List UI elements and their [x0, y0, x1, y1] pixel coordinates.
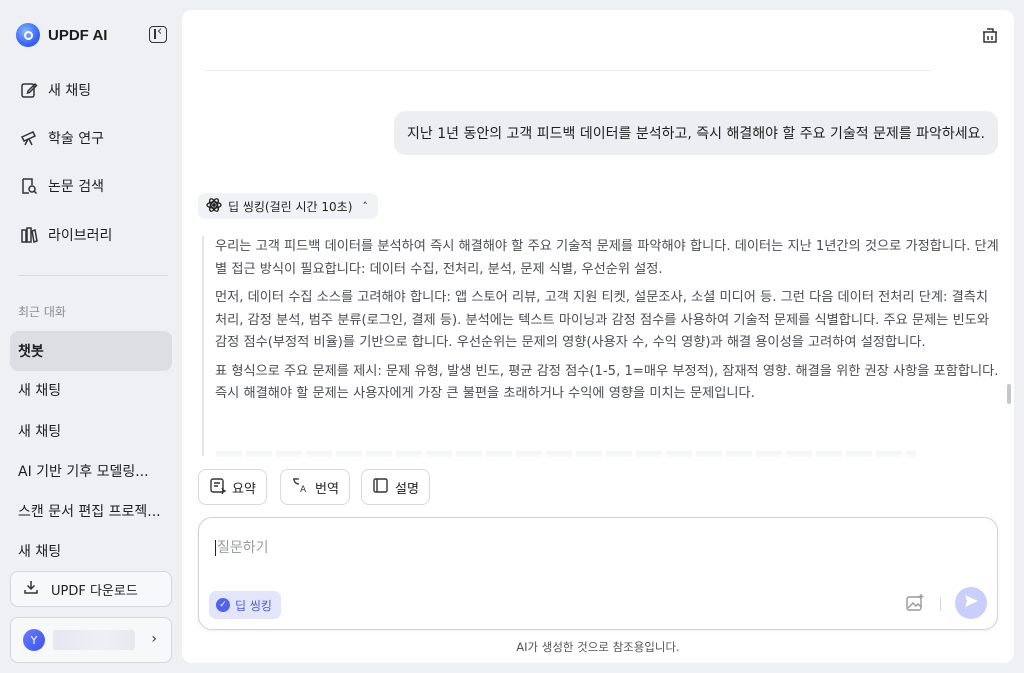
thinking-paragraph: 표 형식으로 주요 문제를 제시: 문제 유형, 발생 빈도, 평균 감정 점수…	[215, 363, 999, 402]
nav-label: 논문 검색	[48, 179, 104, 195]
deep-thinking-chip-label: 딥 씽킹	[235, 598, 272, 613]
scrollbar-thumb[interactable]	[1007, 384, 1011, 404]
deep-thinking-toggle[interactable]: 딥 씽킹(걸린 시간 10초) ˄	[198, 193, 378, 219]
recent-item[interactable]: 새 채팅	[10, 531, 172, 571]
explain-label: 설명	[395, 481, 419, 497]
brand[interactable]: UPDF AI	[16, 22, 107, 48]
search-doc-icon	[20, 177, 38, 195]
download-icon	[23, 579, 39, 599]
user-name-redacted	[53, 630, 135, 650]
composer-divider	[940, 597, 941, 611]
nav-new-chat[interactable]: 새 채팅	[10, 70, 172, 110]
book-icon	[372, 477, 389, 498]
collapse-sidebar-icon[interactable]	[149, 24, 167, 43]
translate-icon: A	[291, 476, 309, 498]
translate-label: 번역	[315, 481, 339, 497]
recent-conversations-label: 최근 대화	[18, 305, 66, 319]
translate-button[interactable]: A 번역	[280, 469, 350, 505]
chat-panel: 지난 1년 동안의 고객 피드백 데이터를 분석하고, 즉시 해결해야 할 주요…	[182, 10, 1014, 663]
telescope-icon	[20, 129, 38, 147]
recent-item[interactable]: 챗봇	[10, 331, 172, 371]
avatar: Y	[23, 629, 45, 651]
clear-chat-icon[interactable]	[980, 26, 1000, 46]
thinking-fade	[204, 446, 1004, 462]
nav-label: 학술 연구	[48, 131, 104, 147]
recent-item[interactable]: 새 채팅	[10, 370, 172, 410]
thinking-paragraph: 우리는 고객 피드백 데이터를 분석하여 즉시 해결해야 할 주요 기술적 문제…	[215, 239, 999, 277]
message-composer: ✓ 딥 씽킹	[198, 517, 998, 630]
deep-thinking-label: 딥 씽킹(걸린 시간 10초)	[228, 199, 353, 214]
summary-label: 요약	[232, 481, 256, 497]
atom-icon	[206, 197, 222, 216]
previous-content-edge	[204, 65, 932, 71]
ai-disclaimer: AI가 생성한 것으로 참조용입니다.	[516, 640, 680, 654]
explain-button[interactable]: 설명	[361, 469, 430, 505]
nav-academic-research[interactable]: 학술 연구	[10, 118, 172, 158]
nav-label: 라이브러리	[48, 228, 113, 244]
user-account[interactable]: Y ›	[10, 617, 172, 663]
nav-label: 새 채팅	[48, 83, 92, 99]
sidebar-divider	[18, 275, 168, 276]
chevron-up-icon: ˄	[362, 199, 368, 213]
app-name: UPDF AI	[48, 26, 108, 44]
recent-item[interactable]: 스캔 문서 편집 프로젝...	[10, 491, 172, 531]
thinking-content: 우리는 고객 피드백 데이터를 분석하여 즉시 해결해야 할 주요 기술적 문제…	[202, 236, 1002, 456]
edit-icon	[20, 81, 38, 99]
sidebar: UPDF AI 새 채팅 학술 연구 논문 검색 라이브러리 최근 대화 챗봇 …	[0, 0, 182, 673]
check-icon: ✓	[216, 598, 230, 612]
svg-text:A: A	[300, 485, 307, 494]
download-label: UPDF 다운로드	[51, 583, 138, 599]
updf-logo-icon	[16, 23, 40, 47]
chevron-right-icon: ›	[151, 631, 157, 647]
download-updf-button[interactable]: UPDF 다운로드	[10, 571, 172, 607]
send-button[interactable]	[955, 587, 987, 619]
deep-thinking-chip[interactable]: ✓ 딥 씽킹	[209, 591, 281, 619]
user-message: 지난 1년 동안의 고객 피드백 데이터를 분석하고, 즉시 해결해야 할 주요…	[394, 111, 998, 155]
send-icon	[963, 593, 979, 613]
nav-library[interactable]: 라이브러리	[10, 215, 172, 255]
library-icon	[20, 226, 38, 244]
recent-item[interactable]: AI 기반 기후 모델링...	[10, 451, 172, 491]
image-upload-icon[interactable]	[905, 593, 925, 613]
summary-icon	[209, 477, 227, 498]
question-input[interactable]	[217, 536, 917, 560]
thinking-paragraph: 먼저, 데이터 수집 소스를 고려해야 합니다: 앱 스토어 리뷰, 고객 지원…	[215, 290, 989, 350]
nav-paper-search[interactable]: 논문 검색	[10, 166, 172, 206]
summarize-button[interactable]: 요약	[198, 469, 267, 505]
recent-item[interactable]: 새 채팅	[10, 411, 172, 451]
